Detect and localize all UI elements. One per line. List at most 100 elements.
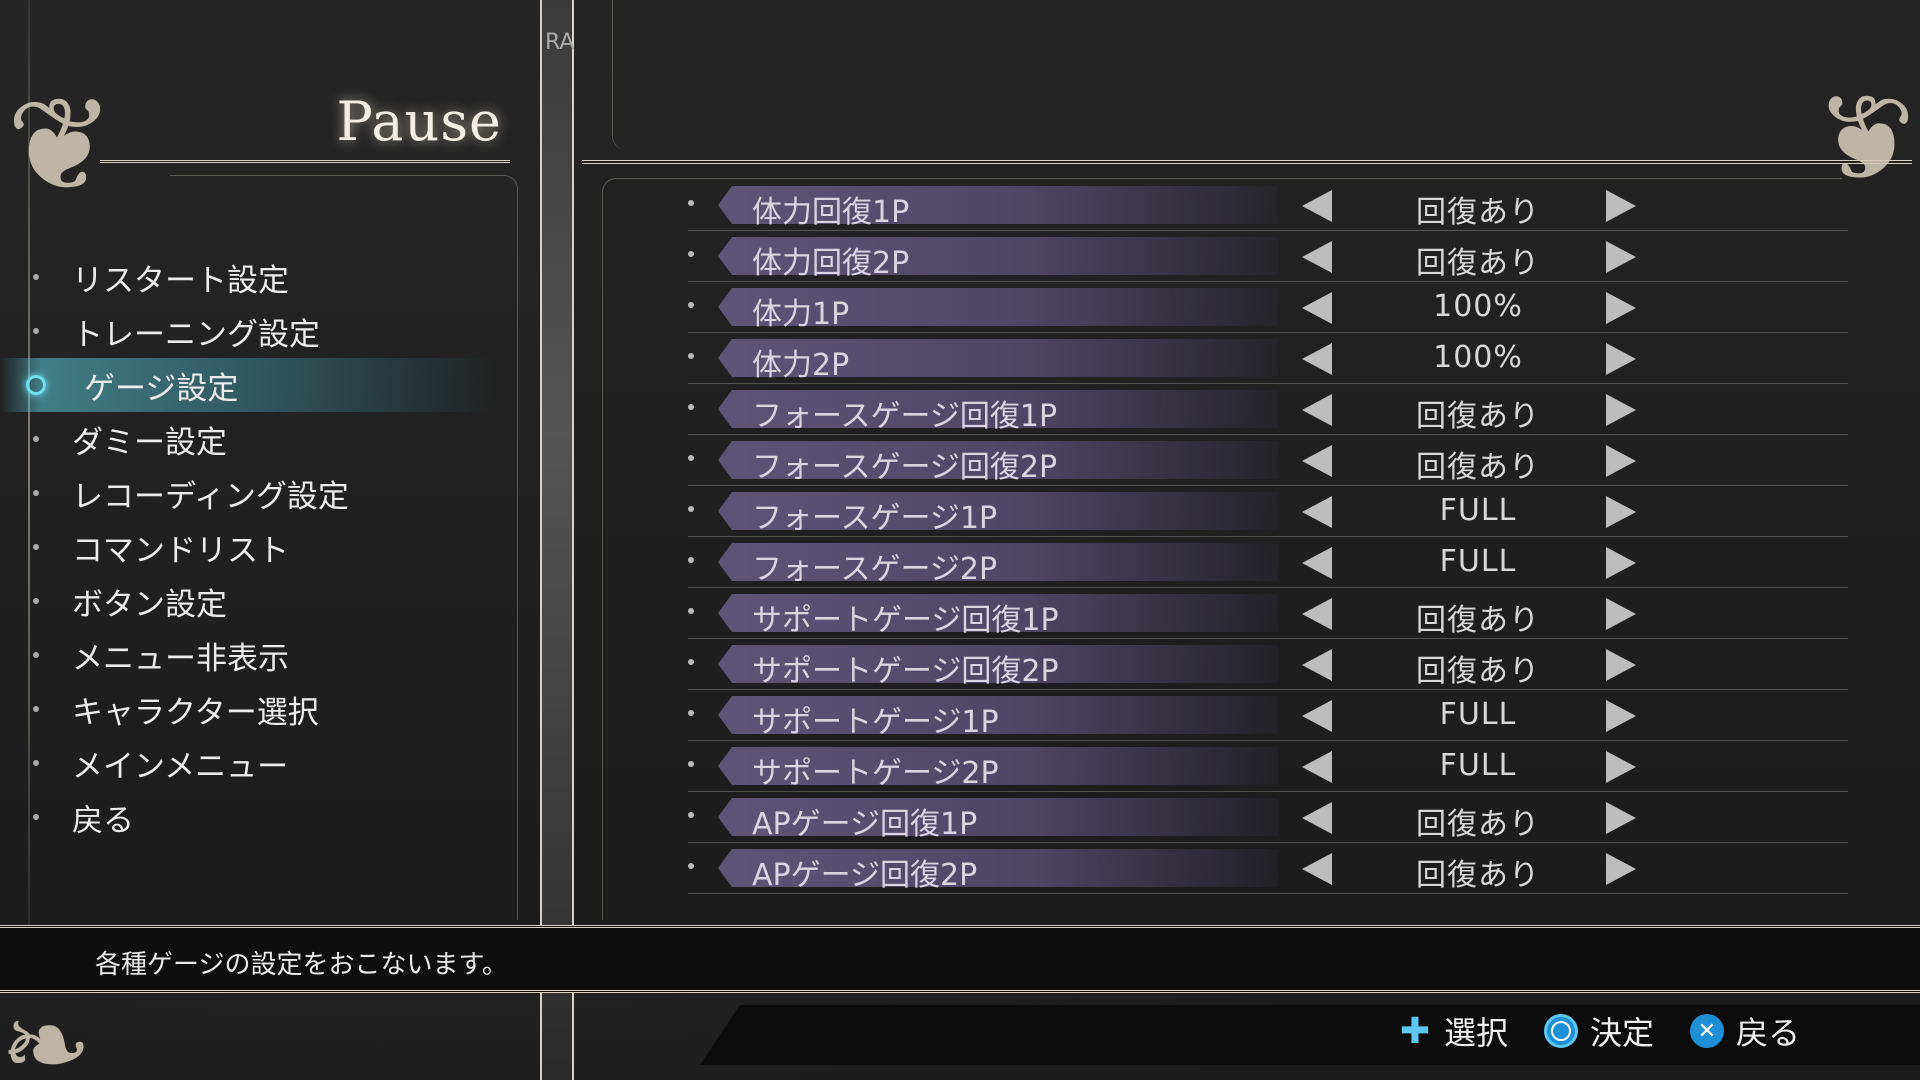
arrow-right-icon[interactable] [1606, 547, 1636, 579]
setting-row-hp-2p[interactable]: 体力2P 100% [688, 333, 1848, 384]
setting-value: 回復あり [1416, 654, 1540, 689]
bullet-icon [688, 404, 694, 410]
setting-label: フォースゲージ1P [752, 501, 998, 536]
arrow-right-icon[interactable] [1606, 598, 1636, 630]
menu-item-hide-menu[interactable]: メニュー非表示 [0, 628, 520, 682]
setting-value: 回復あり [1416, 399, 1540, 434]
left-divider [100, 160, 510, 163]
menu-item-training-settings[interactable]: トレーニング設定 [0, 304, 520, 358]
arrow-right-icon[interactable] [1606, 853, 1636, 885]
setting-label: フォースゲージ回復2P [752, 450, 1058, 485]
menu-item-gauge-settings[interactable]: ゲージ設定 [0, 358, 520, 412]
control-select: ✚ 選択 [1398, 1008, 1508, 1054]
arrow-right-icon[interactable] [1606, 445, 1636, 477]
arrow-right-icon[interactable] [1606, 190, 1636, 222]
setting-value: 回復あり [1416, 195, 1540, 230]
setting-label: サポートゲージ1P [752, 705, 999, 740]
setting-row-force-gauge-2p[interactable]: フォースゲージ2P FULL [688, 537, 1848, 588]
menu-item-main-menu[interactable]: メインメニュー [0, 736, 520, 790]
pause-title: Pause [336, 90, 502, 153]
arrow-left-icon[interactable] [1302, 496, 1332, 528]
setting-label: サポートゲージ回復2P [752, 654, 1059, 689]
arrow-right-icon[interactable] [1606, 751, 1636, 783]
setting-row-hp-recovery-2p[interactable]: 体力回復2P 回復あり [688, 231, 1848, 282]
arrow-right-icon[interactable] [1606, 292, 1636, 324]
menu-item-dummy-settings[interactable]: ダミー設定 [0, 412, 520, 466]
bullet-icon [688, 812, 694, 818]
arrow-right-icon[interactable] [1606, 241, 1636, 273]
menu-item-recording-settings[interactable]: レコーディング設定 [0, 466, 520, 520]
arrow-right-icon[interactable] [1606, 496, 1636, 528]
bullet-icon [688, 761, 694, 767]
bullet-icon [33, 760, 39, 766]
arrow-left-icon[interactable] [1302, 598, 1332, 630]
setting-row-support-gauge-recovery-1p[interactable]: サポートゲージ回復1P 回復あり [688, 588, 1848, 639]
setting-row-hp-recovery-1p[interactable]: 体力回復1P 回復あり [688, 180, 1848, 231]
setting-label: 体力2P [752, 348, 850, 383]
gauge-settings-list: 体力回復1P 回復あり 体力回復2P 回復あり 体力1P 100% 体力2P 1… [688, 180, 1848, 894]
arrow-left-icon[interactable] [1302, 241, 1332, 273]
arrow-left-icon[interactable] [1302, 649, 1332, 681]
right-top-frame [612, 0, 1912, 150]
bullet-icon [688, 710, 694, 716]
circle-button-icon [1543, 1014, 1578, 1048]
bullet-icon [33, 814, 39, 820]
arrow-right-icon[interactable] [1606, 649, 1636, 681]
setting-row-support-gauge-2p[interactable]: サポートゲージ2P FULL [688, 741, 1848, 792]
menu-item-button-settings[interactable]: ボタン設定 [0, 574, 520, 628]
game-view-text: RA [545, 30, 575, 55]
setting-row-ap-gauge-recovery-2p[interactable]: APゲージ回復2P 回復あり [688, 843, 1848, 894]
cross-button-icon: ✕ [1689, 1014, 1724, 1048]
menu-item-label: レコーディング設定 [72, 478, 349, 515]
menu-item-restart-settings[interactable]: リスタート設定 [0, 250, 520, 304]
game-view-strip [540, 0, 574, 1080]
menu-item-back[interactable]: 戻る [0, 790, 520, 844]
setting-row-support-gauge-1p[interactable]: サポートゲージ1P FULL [688, 690, 1848, 741]
menu-item-character-select[interactable]: キャラクター選択 [0, 682, 520, 736]
arrow-left-icon[interactable] [1302, 190, 1332, 222]
arrow-left-icon[interactable] [1302, 547, 1332, 579]
arrow-right-icon[interactable] [1606, 343, 1636, 375]
setting-label: サポートゲージ回復1P [752, 603, 1059, 638]
arrow-left-icon[interactable] [1302, 343, 1332, 375]
setting-value: 100% [1433, 340, 1523, 375]
setting-label: APゲージ回復2P [752, 858, 978, 893]
setting-value: 回復あり [1416, 450, 1540, 485]
bullet-icon [688, 455, 694, 461]
arrow-left-icon[interactable] [1302, 700, 1332, 732]
setting-row-force-gauge-recovery-1p[interactable]: フォースゲージ回復1P 回復あり [688, 384, 1848, 435]
bullet-icon [33, 544, 39, 550]
control-confirm[interactable]: 決定 [1543, 1008, 1654, 1054]
arrow-right-icon[interactable] [1606, 700, 1636, 732]
arrow-left-icon[interactable] [1302, 445, 1332, 477]
setting-label: 体力回復2P [752, 246, 910, 281]
setting-row-force-gauge-recovery-2p[interactable]: フォースゲージ回復2P 回復あり [688, 435, 1848, 486]
control-label: 選択 [1443, 1014, 1508, 1052]
menu-item-label: リスタート設定 [72, 262, 289, 299]
bullet-icon [33, 436, 39, 442]
control-back[interactable]: ✕ 戻る [1689, 1008, 1800, 1054]
arrow-right-icon[interactable] [1606, 802, 1636, 834]
setting-label: フォースゲージ回復1P [752, 399, 1058, 434]
setting-value: 回復あり [1416, 246, 1540, 281]
button-guide: ✚ 選択 決定 ✕ 戻る [1398, 1008, 1800, 1054]
menu-item-label: ゲージ設定 [84, 370, 239, 407]
menu-item-label: メニュー非表示 [72, 640, 289, 677]
setting-label: APゲージ回復1P [752, 807, 978, 842]
selection-ring-icon [26, 375, 46, 395]
bullet-icon [33, 274, 39, 280]
arrow-left-icon[interactable] [1302, 394, 1332, 426]
menu-item-label: キャラクター選択 [72, 694, 319, 731]
arrow-left-icon[interactable] [1302, 751, 1332, 783]
setting-row-support-gauge-recovery-2p[interactable]: サポートゲージ回復2P 回復あり [688, 639, 1848, 690]
description-text: 各種ゲージの設定をおこないます。 [95, 950, 508, 980]
setting-row-ap-gauge-recovery-1p[interactable]: APゲージ回復1P 回復あり [688, 792, 1848, 843]
arrow-right-icon[interactable] [1606, 394, 1636, 426]
menu-item-command-list[interactable]: コマンドリスト [0, 520, 520, 574]
setting-row-hp-1p[interactable]: 体力1P 100% [688, 282, 1848, 333]
setting-row-force-gauge-1p[interactable]: フォースゲージ1P FULL [688, 486, 1848, 537]
arrow-left-icon[interactable] [1302, 292, 1332, 324]
arrow-left-icon[interactable] [1302, 853, 1332, 885]
menu-item-label: コマンドリスト [72, 532, 289, 569]
arrow-left-icon[interactable] [1302, 802, 1332, 834]
